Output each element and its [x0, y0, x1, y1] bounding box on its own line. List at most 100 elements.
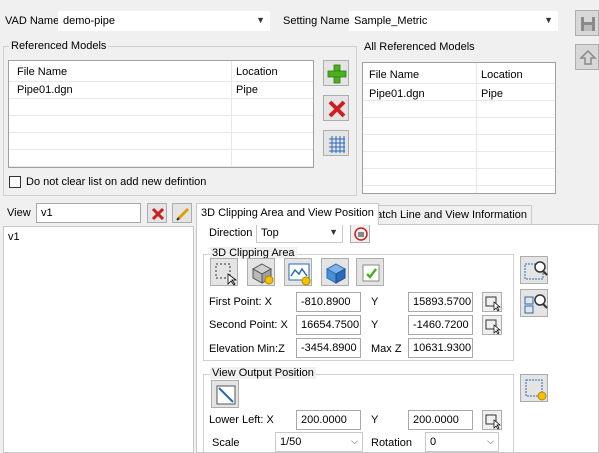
- pick-point-icon: [485, 296, 501, 312]
- all-referenced-models-table[interactable]: File Name Location Pipe01.dgn Pipe: [362, 62, 556, 194]
- grid-icon: [329, 136, 345, 153]
- vad-name-label: VAD Name: [5, 15, 60, 27]
- do-not-clear-checkbox[interactable]: [9, 176, 21, 188]
- green-plus-icon: [327, 64, 347, 84]
- first-x-value: -810.8900: [301, 296, 351, 308]
- place-view-icon: [525, 379, 547, 401]
- table-row[interactable]: Pipe01.dgn Pipe: [363, 83, 555, 101]
- lower-left-y-input[interactable]: 200.0000: [408, 410, 473, 430]
- first-point-label: First Point: X: [209, 296, 272, 308]
- pick-point-icon: [485, 319, 501, 335]
- file-name-cell: Pipe01.dgn: [369, 88, 425, 100]
- zoom-area-icon: [524, 261, 548, 280]
- lower-left-x-input[interactable]: 200.0000: [296, 410, 361, 430]
- rotation-select[interactable]: 0 ⌵: [425, 432, 499, 452]
- chevron-down-icon: ▼: [256, 15, 265, 25]
- red-x-icon: [328, 100, 346, 118]
- view-list[interactable]: v1: [3, 226, 194, 453]
- image-icon: [288, 263, 311, 286]
- second-x-value: 16654.7500: [301, 319, 360, 331]
- chevron-down-icon: ⌵: [351, 436, 358, 446]
- direction-value: Top: [261, 227, 279, 239]
- rotation-value: 0: [430, 436, 437, 448]
- table-row[interactable]: Pipe01.dgn Pipe: [9, 81, 313, 99]
- select-area-icon: [215, 263, 238, 286]
- chevron-down-icon: ▼: [329, 227, 338, 237]
- lower-left-x-value: 200.0000: [301, 414, 347, 426]
- red-x-icon: [151, 207, 165, 221]
- lower-left-label: Lower Left: X: [209, 414, 274, 426]
- table-header: File Name Location: [363, 63, 555, 84]
- first-y-value: 15893.5700: [413, 296, 472, 308]
- cube-icon: [251, 263, 274, 285]
- max-z-label: Max Z: [371, 343, 402, 355]
- select-area-button[interactable]: [210, 258, 238, 286]
- chevron-down-icon: ▼: [544, 15, 553, 25]
- all-referenced-models-title: All Referenced Models: [364, 41, 475, 53]
- do-not-clear-label: Do not clear list on add new defintion: [26, 176, 207, 188]
- blue-cube-icon: [325, 263, 347, 284]
- delete-view-button[interactable]: [147, 203, 167, 223]
- col-file-name: File Name: [369, 69, 420, 81]
- referenced-models-title: Referenced Models: [9, 40, 109, 52]
- scale-value: 1/50: [280, 436, 302, 448]
- upload-icon: [579, 49, 597, 65]
- delete-model-button[interactable]: [323, 95, 349, 121]
- max-z-value: 10631.9300: [413, 342, 472, 354]
- output-position-button[interactable]: [211, 380, 239, 408]
- blue-cube-button[interactable]: [321, 258, 349, 286]
- elevation-min-input[interactable]: -3454.8900: [296, 338, 361, 358]
- place-view-button[interactable]: [520, 374, 548, 402]
- green-check-icon: [362, 264, 380, 282]
- setting-name-select[interactable]: Sample_Metric ▼: [349, 11, 558, 31]
- lower-left-y-value: 200.0000: [413, 414, 459, 426]
- table-header: File Name Location: [9, 61, 313, 82]
- setting-name-value: Sample_Metric: [354, 15, 428, 27]
- clip-image-button[interactable]: [284, 258, 312, 286]
- pick-second-point-button[interactable]: [482, 315, 502, 335]
- tab-3d-clipping[interactable]: 3D Clipping Area and View Position: [196, 203, 379, 225]
- clip-volume-button[interactable]: [247, 258, 275, 286]
- location-cell: Pipe: [481, 88, 504, 100]
- diagonal-icon: [216, 385, 236, 405]
- direction-button[interactable]: [350, 223, 370, 243]
- second-point-label: Second Point: X: [209, 319, 288, 331]
- tab-label: 3D Clipping Area and View Position: [201, 207, 374, 219]
- col-location: Location: [481, 69, 523, 81]
- scale-label: Scale: [212, 437, 240, 449]
- second-y-label: Y: [371, 319, 379, 331]
- scale-select[interactable]: 1/50 ⌵: [275, 432, 363, 452]
- second-y-input[interactable]: -1460.7200: [408, 315, 473, 335]
- pick-point-icon: [485, 414, 501, 430]
- direction-select[interactable]: Top ▼: [256, 223, 343, 243]
- edit-view-button[interactable]: [172, 203, 192, 223]
- upload-button[interactable]: [575, 44, 599, 70]
- save-button[interactable]: [575, 10, 599, 36]
- add-model-button[interactable]: [323, 60, 349, 86]
- col-file-name: File Name: [17, 66, 68, 78]
- col-location: Location: [236, 66, 278, 78]
- second-x-input[interactable]: 16654.7500: [296, 315, 361, 335]
- first-y-label: Y: [371, 296, 379, 308]
- first-y-input[interactable]: 15893.5700: [408, 292, 473, 312]
- zoom-fit-icon: [524, 294, 548, 314]
- lower-left-y-label: Y: [371, 414, 379, 426]
- vad-name-select[interactable]: demo-pipe ▼: [58, 11, 270, 31]
- max-z-input[interactable]: 10631.9300: [408, 338, 473, 358]
- pick-lower-left-button[interactable]: [482, 410, 502, 430]
- view-name-value: v1: [41, 207, 53, 219]
- apply-clip-button[interactable]: [356, 258, 384, 286]
- location-cell: Pipe: [236, 84, 259, 96]
- view-name-input[interactable]: v1: [36, 203, 141, 223]
- second-y-value: -1460.7200: [413, 319, 469, 331]
- grid-button[interactable]: [323, 130, 349, 156]
- first-x-input[interactable]: -810.8900: [296, 292, 361, 312]
- tab-match-line[interactable]: Match Line and View Information: [362, 205, 532, 225]
- zoom-clip-button[interactable]: [520, 256, 548, 284]
- rotation-label: Rotation: [371, 437, 412, 449]
- zoom-fit-button[interactable]: [520, 289, 548, 317]
- list-item[interactable]: v1: [8, 231, 20, 243]
- setting-name-label: Setting Name: [283, 15, 350, 27]
- referenced-models-table[interactable]: File Name Location Pipe01.dgn Pipe: [8, 60, 314, 168]
- pick-first-point-button[interactable]: [482, 292, 502, 312]
